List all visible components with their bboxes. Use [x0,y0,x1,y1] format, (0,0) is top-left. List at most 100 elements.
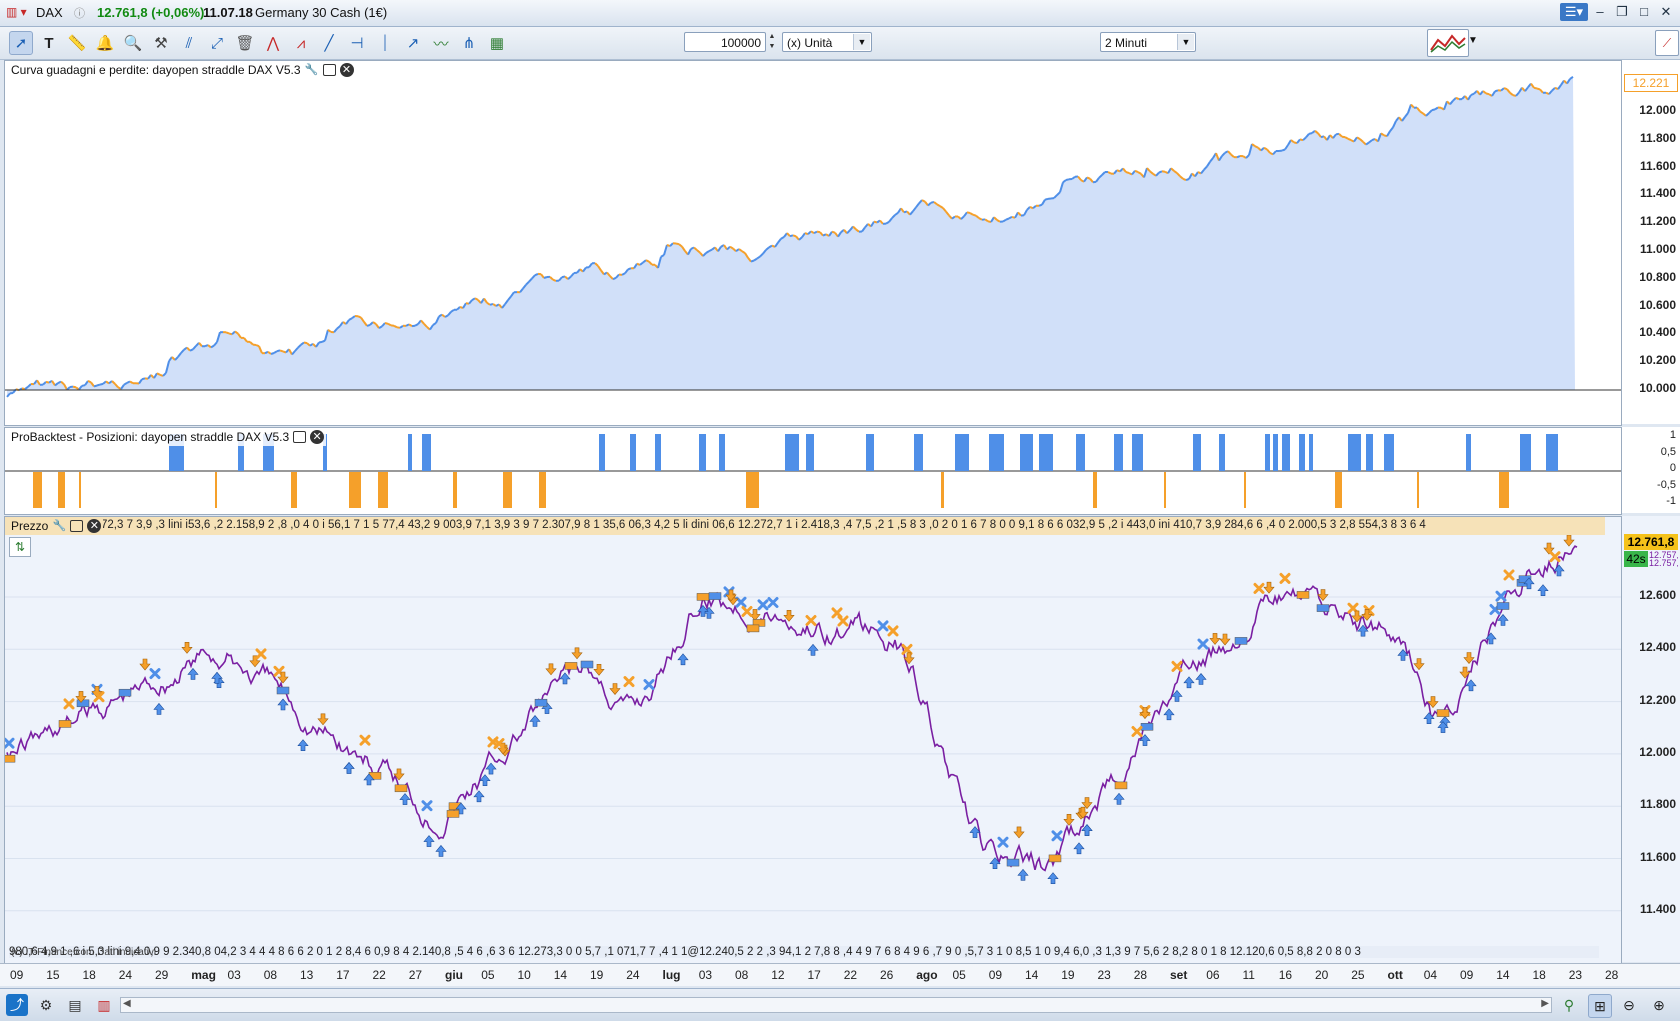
tools-icon[interactable]: ⚒ [149,31,173,55]
window-icon[interactable] [70,520,83,532]
equity-segment [82,385,85,386]
trendline-icon[interactable]: ⤢ [205,31,229,55]
tools-icon[interactable]: ⚙ [35,994,57,1016]
y-tick-label: -1 [1666,495,1676,507]
zoom-in-icon[interactable]: ⊕ [1648,994,1670,1016]
window-icon[interactable] [293,431,306,443]
equity-segment [385,323,388,324]
exit-cross-shape [879,622,887,630]
share-icon[interactable]: ⤴ [6,994,28,1016]
text-tool-icon[interactable]: T [37,31,61,55]
minimize-icon[interactable]: – [1590,3,1610,21]
close-icon[interactable]: ✕ [340,63,354,77]
zoom-out-icon[interactable]: ⊖ [1618,994,1640,1016]
pattern-icon[interactable]: ⋀ [261,31,285,55]
settings-wrench-icon[interactable]: 🔧 [52,519,66,533]
equity-segment [1066,179,1069,180]
close-icon[interactable]: ✕ [310,430,324,444]
horizontal-line-icon[interactable]: ⊣ [345,31,369,55]
quantity-input[interactable]: 100000 [684,32,766,52]
price-panel-header: Prezzo 🔧 ✕ [9,517,103,535]
fibonacci-icon[interactable]: ⫽ [177,31,201,55]
pointer-icon[interactable]: ➚ [9,31,33,55]
wave-icon[interactable]: 〰 [429,31,453,55]
close-icon[interactable]: ✕ [1656,3,1676,21]
exit-cross-marker [361,736,369,744]
chart-icon[interactable]: ⚲ [1558,994,1580,1016]
line-icon[interactable]: ╱ [317,31,341,55]
ask-label: 12.757,0 [1649,559,1678,567]
indicator-icon[interactable]: ▦ [485,31,509,55]
stop-level-marker [1317,605,1329,612]
equity-segment [832,232,835,233]
channel-icon[interactable]: ⩘ [289,31,313,55]
pitchfork-icon[interactable]: ⋔ [457,31,481,55]
sell-arrow-marker [1264,582,1274,593]
sell-arrow-marker [1210,633,1220,644]
equity-segment [676,244,679,245]
chevron-down-icon[interactable]: ▼ [1468,35,1478,46]
maximize-icon[interactable]: □ [1634,3,1654,21]
stop-level-marker [5,755,15,762]
equity-segment [622,273,625,275]
orders-icon[interactable]: ▥ [93,994,115,1016]
toolbar: ➚ T 📏 🔔 🔍 ⚒ ⫽ ⤢ 🗑 ⋀ ⩘ ╱ ⊣ ⏐ ↗ 〰 ⋔ ▦ 1000… [0,27,1680,60]
info-icon[interactable]: ⓘ [74,5,85,21]
alert-bell-icon[interactable]: 🔔 [93,31,117,55]
sell-arrow-marker [318,714,328,725]
equity-segment [1264,148,1267,150]
positions-panel-title: ProBacktest - Posizioni: dayopen straddl… [11,428,289,446]
exit-cross-shape [1551,553,1559,561]
close-icon[interactable]: ✕ [87,519,101,533]
settings-wrench-icon[interactable]: 🔧 [305,63,319,77]
window-menu-icon[interactable]: ☰▾ [1560,3,1588,21]
price-y-axis: 12.761,8 42s 12.757,6 12.757,0 12.60012.… [1622,516,1680,962]
timeframe-select[interactable]: 2 Minuti▼ [1100,32,1196,52]
window-icon[interactable] [323,64,336,76]
equity-segment [1471,94,1474,95]
indicators-panel-icon[interactable]: ⟋ [1655,30,1679,56]
zoom-fit-icon[interactable]: ⊞ [1588,994,1612,1018]
restore-icon[interactable]: ❐ [1612,3,1632,21]
equity-segment [97,385,100,386]
y-tick-label: 10.600 [1639,298,1676,312]
long-position-bar [655,434,661,471]
quantity-spinner[interactable]: ▲▼ [766,32,778,52]
buy-arrow-shape [1114,793,1124,804]
y-tick-label: 12.000 [1639,103,1676,117]
ruler-icon[interactable]: 📏 [65,31,89,55]
list-icon[interactable]: ▤ [64,994,86,1016]
sell-arrow-shape [1064,814,1074,825]
scroll-right-icon[interactable]: ▶ [1541,998,1549,1009]
buy-arrow-marker [1196,674,1206,685]
equity-segment [628,268,631,269]
delete-icon[interactable]: 🗑 [233,31,257,55]
ray-icon[interactable]: ↗ [401,31,425,55]
chart-type-button[interactable] [1427,29,1469,57]
auto-scale-icon[interactable]: ⇅ [9,537,31,557]
short-position-bar [1499,472,1509,508]
buy-arrow-shape [480,775,490,786]
x-tick-label: 03 [228,968,241,982]
symbol-label[interactable]: DAX [36,5,63,20]
scroll-left-icon[interactable]: ◀ [123,998,131,1009]
long-position-bar [1076,434,1085,471]
horizontal-scrollbar[interactable]: ◀ ▶ [120,997,1552,1013]
price-change: 12.761,8 (+0,06%) [97,5,204,20]
unit-select[interactable]: (x) Unità▼ [782,32,872,52]
sell-arrow-shape [546,664,556,675]
buy-arrow-shape [1164,709,1174,720]
x-tick-label: 25 [1351,968,1364,982]
buy-arrow-marker [1184,677,1194,688]
exit-cross-shape [839,617,847,625]
x-tick-label: 19 [1061,968,1074,982]
x-tick-label: 13 [300,968,313,982]
buy-arrow-marker [400,794,410,805]
long-position-bar [1193,434,1201,471]
zoom-icon[interactable]: 🔍 [121,31,145,55]
equity-segment [1108,172,1111,174]
vertical-line-icon[interactable]: ⏐ [373,31,397,55]
app-icon[interactable]: ▥ ▾ [6,5,27,19]
x-tick-label: 03 [699,968,712,982]
short-position-bar [453,472,457,508]
